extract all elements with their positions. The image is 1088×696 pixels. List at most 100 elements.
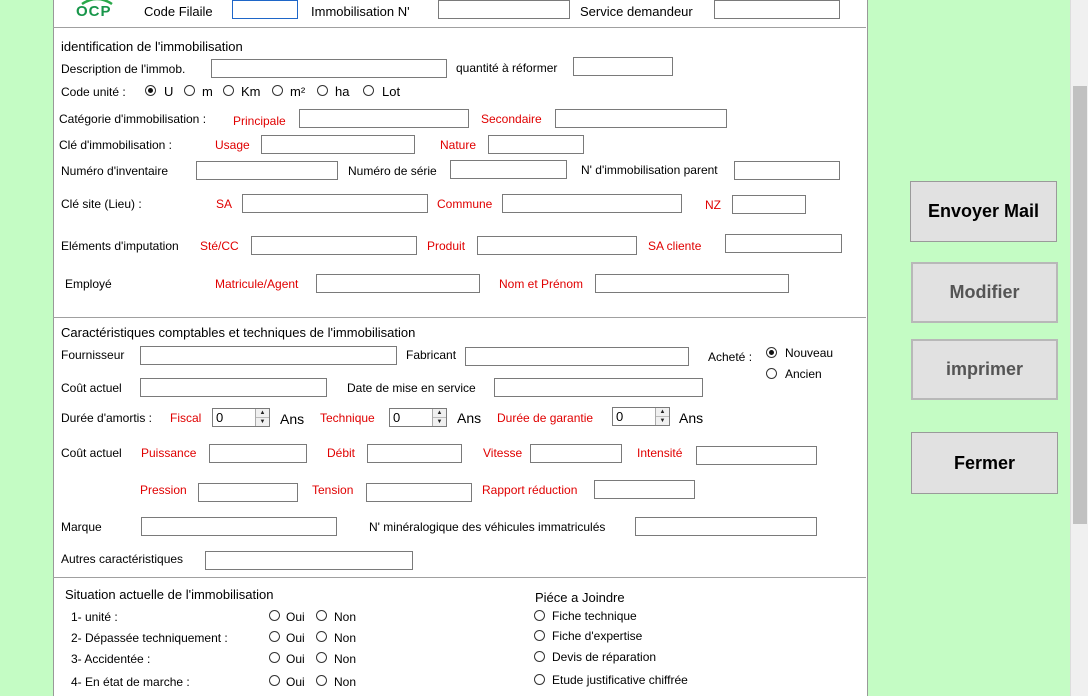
spin-up-icon[interactable]: ▲: [656, 408, 669, 417]
code-filiale-input[interactable]: [232, 0, 298, 19]
unit-radio-km[interactable]: [223, 85, 234, 96]
sa-input[interactable]: [242, 194, 428, 213]
situation-non-radio[interactable]: [316, 631, 327, 642]
vertical-scrollbar[interactable]: [1070, 0, 1088, 696]
spin-down-icon[interactable]: ▼: [256, 418, 269, 426]
secondaire-label: Secondaire: [481, 112, 542, 126]
oui-label: Oui: [286, 631, 305, 645]
intensite-input[interactable]: [696, 446, 817, 465]
situation-non-radio[interactable]: [316, 675, 327, 686]
cout-actuel-input[interactable]: [140, 378, 327, 397]
date-service-label: Date de mise en service: [347, 381, 476, 395]
spin-down-icon[interactable]: ▼: [433, 418, 446, 426]
parent-input[interactable]: [734, 161, 840, 180]
ans-label: Ans: [679, 410, 704, 426]
secondaire-input[interactable]: [555, 109, 727, 128]
non-label: Non: [334, 652, 357, 666]
achete-radio-ancien[interactable]: [766, 368, 777, 379]
puissance-input[interactable]: [209, 444, 307, 463]
piece-radio[interactable]: [534, 674, 545, 685]
duree-amortis-label: Durée d'amortis :: [61, 411, 152, 425]
quantite-input[interactable]: [573, 57, 673, 76]
scrollbar-thumb[interactable]: [1073, 86, 1087, 524]
unit-radio-m2[interactable]: [272, 85, 283, 96]
tension-input[interactable]: [366, 483, 472, 502]
vitesse-input[interactable]: [530, 444, 622, 463]
divider: [53, 577, 866, 578]
immobilisation-no-input[interactable]: [438, 0, 570, 19]
piece-radio[interactable]: [534, 630, 545, 641]
unit-radio-u[interactable]: [145, 85, 156, 96]
situation-oui-radio[interactable]: [269, 631, 280, 642]
ste-cc-label: Sté/CC: [200, 239, 239, 253]
commune-input[interactable]: [502, 194, 682, 213]
fermer-button[interactable]: Fermer: [911, 432, 1058, 494]
description-label: Description de l'immob.: [61, 62, 186, 76]
autres-caracteristiques-input[interactable]: [205, 551, 413, 570]
spin-down-icon[interactable]: ▼: [656, 417, 669, 425]
divider: [53, 27, 866, 28]
technique-label: Technique: [320, 411, 375, 425]
marque-input[interactable]: [141, 517, 337, 536]
situation-non-radio[interactable]: [316, 610, 327, 621]
principale-input[interactable]: [299, 109, 469, 128]
nature-input[interactable]: [488, 135, 584, 154]
garantie-value: 0: [616, 409, 624, 424]
piece-radio[interactable]: [534, 610, 545, 621]
nz-label: NZ: [705, 198, 721, 212]
fiscal-label: Fiscal: [170, 411, 202, 425]
modifier-button[interactable]: Modifier: [911, 262, 1058, 323]
fiscal-stepper[interactable]: 0 ▲ ▼: [212, 408, 270, 427]
categorie-label: Catégorie d'immobilisation :: [59, 112, 207, 126]
situation-item-label: 2- Dépassée techniquement :: [71, 631, 228, 645]
unit-radio-m[interactable]: [184, 85, 195, 96]
nz-input[interactable]: [732, 195, 806, 214]
ocp-logo: OCP: [74, 0, 120, 22]
rapport-reduction-input[interactable]: [594, 480, 695, 499]
produit-label: Produit: [427, 239, 466, 253]
description-input[interactable]: [211, 59, 447, 78]
oui-label: Oui: [286, 610, 305, 624]
garantie-stepper[interactable]: 0 ▲ ▼: [612, 407, 670, 426]
spin-up-icon[interactable]: ▲: [433, 409, 446, 418]
technique-stepper[interactable]: 0 ▲ ▼: [389, 408, 447, 427]
situation-item-label: 1- unité :: [71, 610, 118, 624]
marque-label: Marque: [61, 520, 102, 534]
situation-item-label: 4- En état de marche :: [71, 675, 190, 689]
envoyer-mail-button[interactable]: Envoyer Mail: [910, 181, 1057, 242]
inventaire-input[interactable]: [196, 161, 338, 180]
service-demandeur-label: Service demandeur: [580, 4, 693, 19]
fabricant-input[interactable]: [465, 347, 689, 366]
situation-oui-radio[interactable]: [269, 675, 280, 686]
situation-non-radio[interactable]: [316, 652, 327, 663]
usage-input[interactable]: [261, 135, 415, 154]
spin-up-icon[interactable]: ▲: [256, 409, 269, 418]
ste-cc-input[interactable]: [251, 236, 417, 255]
situation-oui-radio[interactable]: [269, 652, 280, 663]
pression-input[interactable]: [198, 483, 298, 502]
matricule-input[interactable]: [316, 274, 480, 293]
situation-item-label: 3- Accidentée :: [71, 652, 151, 666]
debit-input[interactable]: [367, 444, 462, 463]
code-filiale-label: Code Filaile: [144, 4, 213, 19]
employe-label: Employé: [65, 277, 112, 291]
service-demandeur-input[interactable]: [714, 0, 840, 19]
piece-radio[interactable]: [534, 651, 545, 662]
fournisseur-input[interactable]: [140, 346, 397, 365]
situation-oui-radio[interactable]: [269, 610, 280, 621]
autres-caracteristiques-label: Autres caractéristiques: [61, 552, 184, 566]
unit-label-u: U: [164, 84, 174, 99]
non-label: Non: [334, 610, 357, 624]
serie-input[interactable]: [450, 160, 567, 179]
date-service-input[interactable]: [494, 378, 703, 397]
achete-radio-nouveau[interactable]: [766, 347, 777, 358]
produit-input[interactable]: [477, 236, 637, 255]
nom-prenom-input[interactable]: [595, 274, 789, 293]
unit-radio-ha[interactable]: [317, 85, 328, 96]
sa-cliente-input[interactable]: [725, 234, 842, 253]
rapport-reduction-label: Rapport réduction: [482, 483, 578, 497]
imprimer-button[interactable]: imprimer: [911, 339, 1058, 400]
unit-radio-lot[interactable]: [363, 85, 374, 96]
tension-label: Tension: [312, 483, 354, 497]
mineralogique-input[interactable]: [635, 517, 817, 536]
